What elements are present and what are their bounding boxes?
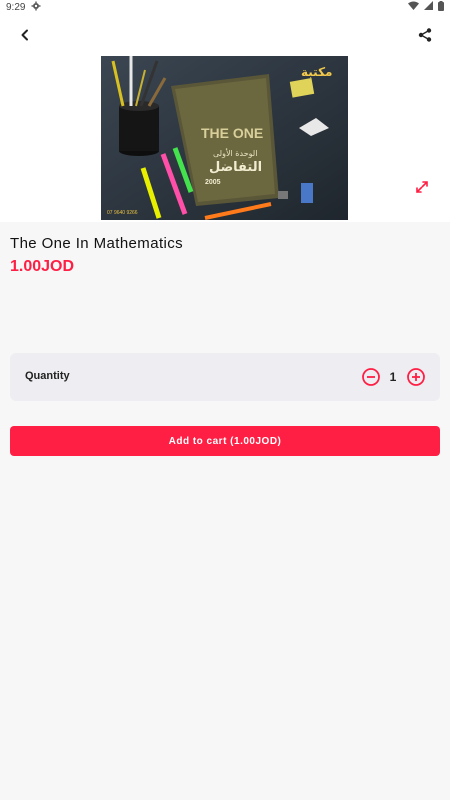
status-bar: 9:29	[0, 0, 450, 14]
increase-quantity-button[interactable]	[406, 367, 426, 387]
quantity-card: Quantity 1	[10, 353, 440, 401]
svg-text:2005: 2005	[205, 179, 221, 186]
add-to-cart-button[interactable]: Add to cart (1.00JOD)	[10, 426, 440, 456]
back-arrow-icon	[21, 29, 28, 41]
wifi-icon	[408, 1, 419, 13]
svg-text:07 9640 9266: 07 9640 9266	[107, 210, 138, 216]
quantity-value: 1	[389, 370, 397, 384]
product-price: 1.00JOD	[10, 258, 75, 275]
svg-text:مكتبة: مكتبة	[301, 65, 332, 79]
product-image[interactable]: THE ONE الوحدة الأولى التفاضل 2005 مكتبة…	[101, 56, 348, 220]
settings-icon	[31, 1, 41, 14]
svg-text:الوحدة الأولى: الوحدة الأولى	[213, 148, 257, 158]
minus-circle-icon	[362, 368, 380, 386]
expand-image-button[interactable]	[410, 175, 434, 199]
expand-icon	[416, 181, 428, 193]
battery-icon	[438, 0, 444, 14]
product-hero: THE ONE الوحدة الأولى التفاضل 2005 مكتبة…	[0, 56, 450, 222]
svg-text:THE ONE: THE ONE	[201, 125, 263, 141]
app-bar	[0, 14, 450, 56]
status-time: 9:29	[6, 1, 26, 13]
svg-text:التفاضل: التفاضل	[209, 160, 262, 175]
quantity-label: Quantity	[25, 370, 70, 382]
share-button[interactable]	[410, 20, 440, 50]
cell-signal-icon	[424, 1, 433, 13]
back-button[interactable]	[10, 20, 40, 50]
plus-circle-icon	[407, 368, 425, 386]
decrease-quantity-button[interactable]	[361, 367, 381, 387]
share-icon	[418, 28, 432, 42]
product-title: The One In Mathematics	[10, 235, 184, 252]
